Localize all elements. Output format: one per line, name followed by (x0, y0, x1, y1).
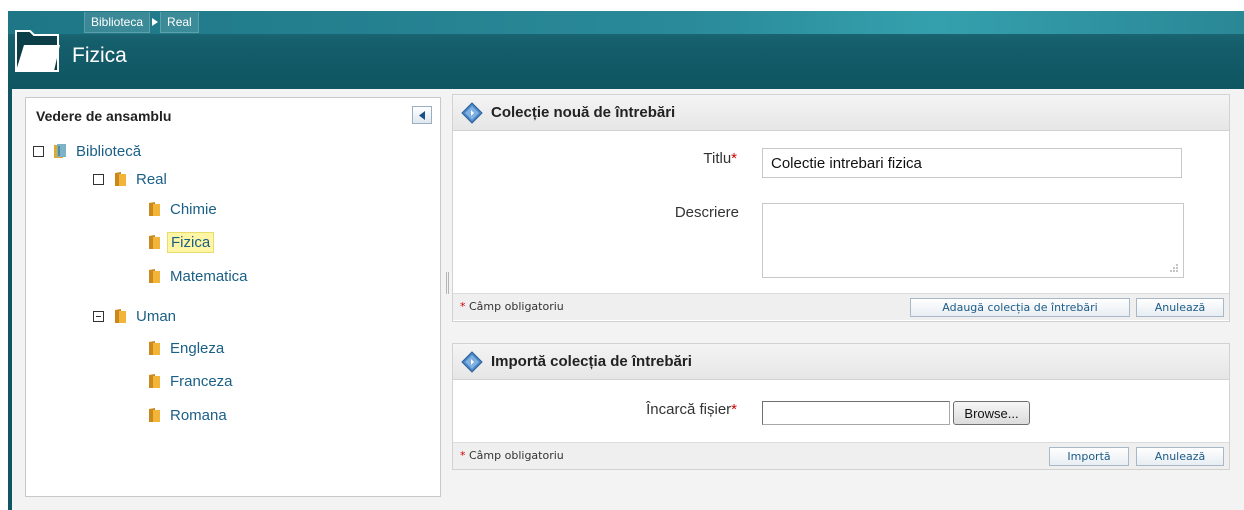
panel-title: Importă colecția de întrebări (491, 353, 692, 370)
tree-item-uman[interactable]: Uman (93, 305, 179, 327)
panel-header: Importă colecția de întrebări (453, 344, 1229, 380)
overview-sidebar: Vedere de ansamblu Bibliotecă Real Chimi… (25, 97, 441, 497)
title-input[interactable] (762, 148, 1182, 178)
title-label-text: Titlu (703, 150, 732, 167)
required-asterisk: * (731, 150, 737, 167)
tree-label: Engleza (170, 339, 225, 357)
folder-icon (147, 234, 161, 250)
tree-label: Matematica (170, 267, 248, 285)
import-button[interactable]: Importă (1049, 447, 1129, 466)
description-label: Descriere (674, 204, 739, 221)
tree-label-selected: Fizica (167, 231, 215, 253)
open-folder-icon (12, 19, 62, 81)
breadcrumb: Biblioteca Real (84, 11, 199, 33)
sidebar-title: Vedere de ansamblu (36, 108, 172, 124)
tree-item-romana[interactable]: Romana (147, 404, 230, 426)
folder-icon (147, 268, 161, 284)
collapse-toggle-icon[interactable] (93, 310, 104, 322)
cancel-button[interactable]: Anulează (1136, 298, 1224, 317)
file-label-text: Încarcă fișier (646, 401, 732, 418)
tree-item-biblioteca[interactable]: Bibliotecă (33, 140, 144, 162)
add-collection-button[interactable]: Adaugă colecția de întrebări (910, 298, 1130, 317)
panel-header: Colecție nouă de întrebări (453, 95, 1229, 131)
tree-item-franceza[interactable]: Franceza (147, 370, 236, 392)
tree-label: Chimie (170, 200, 217, 218)
tree-label: Real (136, 170, 167, 188)
diamond-help-icon (461, 350, 483, 373)
tree-item-real[interactable]: Real (93, 168, 170, 190)
tree-label: Franceza (170, 372, 233, 390)
file-label: Încarcă fișier* (580, 401, 737, 418)
tree-label: Romana (170, 406, 227, 424)
folder-icon (147, 340, 161, 356)
left-accent-strip (8, 89, 12, 510)
page-title: Fizica (72, 44, 127, 67)
app-header: Biblioteca Real Fizica (0, 0, 1244, 89)
tree-item-chimie[interactable]: Chimie (147, 198, 220, 220)
tree-label: Bibliotecă (76, 142, 142, 160)
breadcrumb-separator-icon (150, 12, 160, 32)
library-folder-icon (53, 143, 67, 159)
required-note-text: Câmp obligatoriu (469, 449, 564, 462)
required-note-text: Câmp obligatoriu (469, 300, 564, 313)
required-note: * Câmp obligatoriu (460, 300, 564, 313)
collapse-sidebar-button[interactable] (412, 106, 432, 124)
folder-icon (147, 373, 161, 389)
collapse-toggle-icon[interactable] (33, 145, 44, 157)
required-asterisk: * (731, 401, 737, 418)
splitter-handle[interactable] (446, 272, 449, 294)
collapse-toggle-icon[interactable] (93, 173, 104, 185)
title-label: Titlu* (640, 150, 737, 167)
panel-title: Colecție nouă de întrebări (491, 104, 676, 121)
folder-icon (147, 201, 161, 217)
panel-footer: * Câmp obligatoriu Adaugă colecția de în… (453, 293, 1229, 320)
chevron-left-icon (419, 110, 425, 120)
tree-item-engleza[interactable]: Engleza (147, 337, 227, 359)
tree-item-fizica[interactable]: Fizica (147, 231, 215, 253)
tree-label: Uman (136, 307, 177, 325)
folder-icon (113, 308, 127, 324)
file-path-input[interactable] (762, 401, 950, 425)
browse-button[interactable]: Browse... (953, 401, 1030, 425)
resize-grip-icon[interactable] (1169, 263, 1179, 273)
folder-icon (113, 171, 127, 187)
breadcrumb-item-real[interactable]: Real (160, 11, 199, 33)
required-note: * Câmp obligatoriu (460, 449, 564, 462)
panel-footer: * Câmp obligatoriu Importă Anulează (453, 442, 1229, 469)
cancel-button[interactable]: Anulează (1136, 447, 1224, 466)
tree-item-matematica[interactable]: Matematica (147, 265, 251, 287)
description-textarea[interactable] (762, 203, 1184, 278)
breadcrumb-item-biblioteca[interactable]: Biblioteca (84, 11, 151, 33)
diamond-help-icon (461, 101, 483, 124)
folder-icon (147, 407, 161, 423)
